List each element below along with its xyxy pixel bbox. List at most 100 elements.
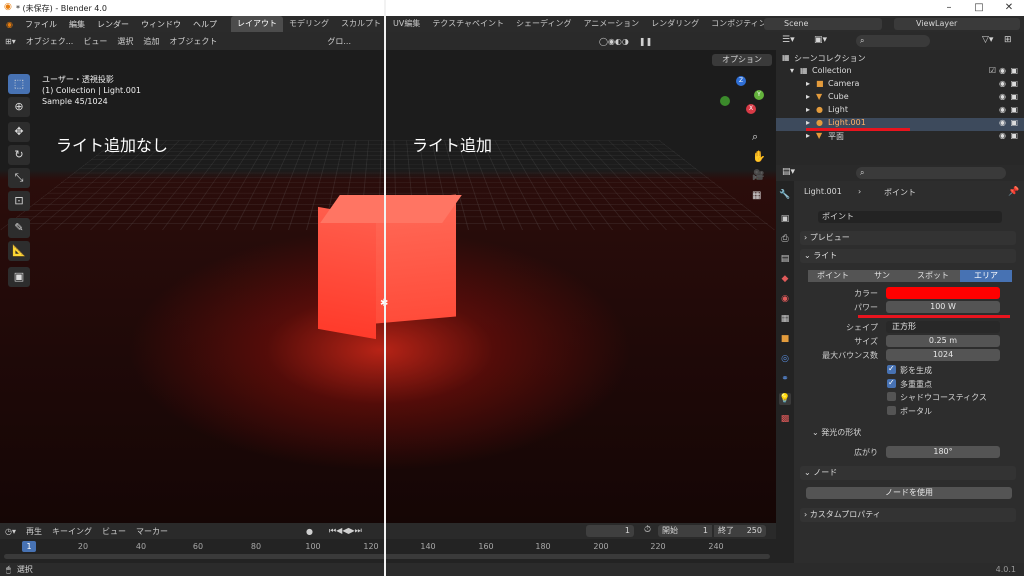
- timeline-ruler[interactable]: 1 20 40 60 80 100 120 140 160 180 200 22…: [0, 539, 776, 563]
- preview-panel-header[interactable]: › プレビュー: [800, 231, 1016, 245]
- annotate-tool[interactable]: ✎: [8, 218, 30, 238]
- datablock-field[interactable]: ポイント: [818, 211, 1002, 223]
- outliner-search-input[interactable]: ⌕: [856, 35, 930, 47]
- menu-select[interactable]: 選択: [112, 36, 138, 47]
- shape-select[interactable]: 正方形: [886, 321, 1000, 333]
- menu-object[interactable]: オブジェクト: [164, 36, 222, 47]
- move-tool[interactable]: ✥: [8, 122, 30, 142]
- eye-icon[interactable]: ◉: [999, 92, 1006, 101]
- scene-selector[interactable]: Scene: [764, 18, 882, 30]
- maximize-button[interactable]: □: [964, 0, 994, 16]
- start-frame-field[interactable]: 開始 1: [658, 525, 712, 537]
- outliner-item-camera[interactable]: ▸ ■ Camera ◉ ▣: [776, 79, 1024, 92]
- texture-tab-icon[interactable]: ▩: [779, 413, 791, 425]
- menu-file[interactable]: ファイル: [19, 19, 63, 30]
- tab-shading[interactable]: シェーディング: [510, 16, 577, 32]
- playhead[interactable]: 1: [22, 541, 36, 552]
- properties-editor-icon[interactable]: ▤▾: [782, 167, 795, 177]
- size-field[interactable]: 0.25 m: [886, 335, 1000, 347]
- 3d-viewport[interactable]: ユーザー・透視投影 (1) Collection | Light.001 Sam…: [0, 50, 776, 523]
- tool-tab-icon[interactable]: 🔧: [779, 189, 791, 201]
- expand-icon[interactable]: ▸: [806, 79, 810, 88]
- end-frame-field[interactable]: 終了 250: [714, 525, 766, 537]
- tab-animation[interactable]: アニメーション: [577, 16, 645, 32]
- menu-render[interactable]: レンダー: [91, 19, 135, 30]
- collection-expand-icon[interactable]: ▾: [790, 66, 794, 75]
- measure-tool[interactable]: 📐: [8, 241, 30, 261]
- eye-icon[interactable]: ◉: [999, 105, 1006, 114]
- expand-icon[interactable]: ▸: [806, 105, 810, 114]
- tab-rendering[interactable]: レンダリング: [645, 16, 705, 32]
- eye-icon[interactable]: ◉: [999, 66, 1006, 75]
- options-button[interactable]: オプション: [712, 54, 772, 66]
- tab-layout[interactable]: レイアウト: [230, 16, 283, 32]
- menu-edit[interactable]: 編集: [63, 19, 91, 30]
- tab-uv[interactable]: UV編集: [387, 16, 426, 32]
- tab-texture-paint[interactable]: テクスチャペイント: [426, 16, 510, 32]
- camera-icon[interactable]: ▣: [1010, 66, 1018, 75]
- shading-buttons[interactable]: ◯◉◐◑: [594, 37, 634, 46]
- timeline-view-menu[interactable]: ビュー: [97, 526, 131, 537]
- camera-view-icon[interactable]: 🎥: [752, 170, 764, 181]
- custom-props-panel-header[interactable]: › カスタムプロパティ: [800, 508, 1016, 522]
- collection-row[interactable]: ▾ ▦ Collection ☑ ◉ ▣: [776, 66, 1024, 79]
- light-type-sun-button[interactable]: サン: [858, 270, 906, 282]
- transform-tool[interactable]: ⊡: [8, 191, 30, 211]
- light-data-tab-icon[interactable]: 💡: [779, 393, 791, 405]
- menu-help[interactable]: ヘルプ: [187, 19, 223, 30]
- portal-checkbox[interactable]: [887, 406, 896, 415]
- expand-icon[interactable]: ▸: [806, 92, 810, 101]
- physics-tab-icon[interactable]: ◎: [779, 353, 791, 365]
- current-frame-field[interactable]: 1: [586, 525, 634, 537]
- spread-field[interactable]: 180°: [886, 446, 1000, 458]
- light-type-area-button[interactable]: エリア: [960, 270, 1012, 282]
- gizmo-z-icon[interactable]: Z: [736, 76, 746, 86]
- tab-sculpt[interactable]: スカルプト: [335, 16, 387, 32]
- add-cube-tool[interactable]: ▣: [8, 267, 30, 287]
- camera-icon[interactable]: ▣: [1010, 92, 1018, 101]
- gizmo-y-icon[interactable]: [720, 96, 730, 106]
- eye-icon[interactable]: ◉: [999, 131, 1006, 140]
- beam-shape-header[interactable]: ⌄ 発光の形状: [812, 427, 861, 438]
- menu-add[interactable]: 追加: [138, 36, 164, 47]
- camera-icon[interactable]: ▣: [1010, 79, 1018, 88]
- pin-icon[interactable]: 📌: [1008, 187, 1019, 197]
- blender-menu-icon[interactable]: ◉: [0, 20, 19, 29]
- outliner-item-cube[interactable]: ▸ ▼ Cube ◉ ▣: [776, 92, 1024, 105]
- tab-modeling[interactable]: モデリング: [283, 16, 335, 32]
- camera-icon[interactable]: ▣: [1010, 131, 1018, 140]
- select-box-tool[interactable]: ⬚: [8, 74, 30, 94]
- nodes-panel-header[interactable]: ⌄ ノード: [800, 466, 1016, 480]
- viewlayer-selector[interactable]: ViewLayer: [894, 18, 1020, 30]
- collection-tab-icon[interactable]: ▦: [779, 313, 791, 325]
- timeline-editor-icon[interactable]: ◷▾: [0, 527, 21, 536]
- outliner-editor-icon[interactable]: ☰▾: [782, 35, 795, 45]
- stopwatch-icon[interactable]: ⏱: [644, 525, 651, 535]
- expand-icon[interactable]: ▸: [806, 118, 810, 127]
- eye-icon[interactable]: ◉: [999, 79, 1006, 88]
- world-tab-icon[interactable]: ◉: [779, 293, 791, 305]
- scene-collection-row[interactable]: ▦ シーンコレクション: [776, 53, 1024, 66]
- menu-view[interactable]: ビュー: [78, 36, 112, 47]
- eye-icon[interactable]: ◉: [999, 118, 1006, 127]
- camera-icon[interactable]: ▣: [1010, 105, 1018, 114]
- light-panel-header[interactable]: ⌄ ライト: [800, 249, 1016, 263]
- rotate-tool[interactable]: ↻: [8, 145, 30, 165]
- minimize-button[interactable]: –: [934, 0, 964, 16]
- pause-icon[interactable]: ❚❚: [634, 37, 657, 46]
- gizmo-x-icon[interactable]: X: [746, 104, 756, 114]
- menu-window[interactable]: ウィンドウ: [135, 19, 187, 30]
- view-layer-tab-icon[interactable]: ▤: [779, 253, 791, 265]
- render-tab-icon[interactable]: ▣: [779, 213, 791, 225]
- display-mode-icon[interactable]: ▣▾: [814, 35, 827, 45]
- keying-menu[interactable]: キーイング: [47, 526, 97, 537]
- shadow-caustics-checkbox[interactable]: [887, 392, 896, 401]
- scale-tool[interactable]: ⤡: [8, 168, 30, 188]
- filter-icon[interactable]: ▽▾: [982, 35, 993, 45]
- new-collection-icon[interactable]: ⊞: [1004, 35, 1012, 45]
- multiple-importance-checkbox[interactable]: [887, 378, 896, 388]
- use-nodes-button[interactable]: ノードを使用: [806, 487, 1012, 499]
- light-type-point-button[interactable]: ポイント: [808, 270, 858, 282]
- close-button[interactable]: ✕: [994, 0, 1024, 16]
- color-swatch[interactable]: [886, 287, 1000, 299]
